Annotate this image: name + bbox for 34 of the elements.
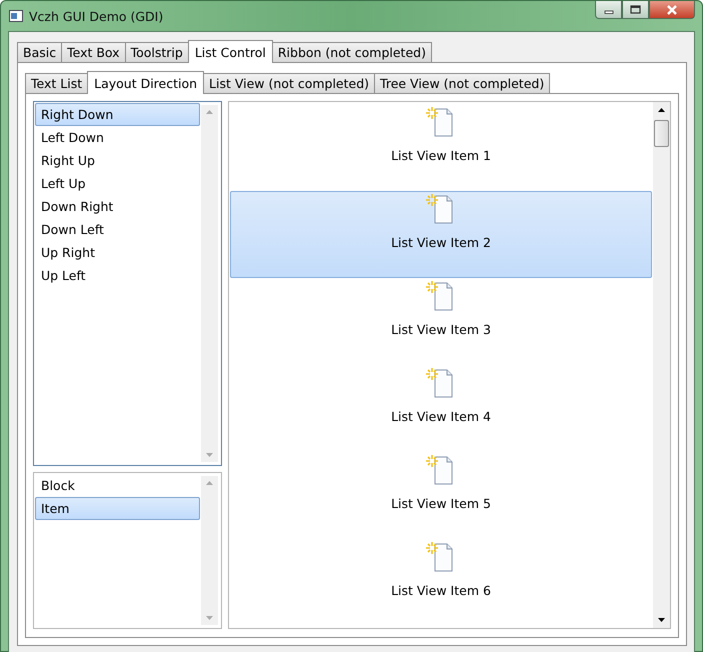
list-view-item[interactable]: List View Item 6: [230, 539, 652, 626]
tab[interactable]: Text Box: [61, 42, 126, 62]
minimize-button[interactable]: [595, 1, 622, 19]
list-item[interactable]: Down Right: [35, 195, 200, 218]
list-view-item[interactable]: List View Item 3: [230, 278, 652, 365]
list-view-item[interactable]: List View Item 2: [230, 191, 652, 278]
maximize-button[interactable]: [622, 1, 649, 19]
tab[interactable]: Basic: [17, 42, 62, 62]
app-icon: [9, 10, 23, 22]
list-item[interactable]: Up Left: [35, 264, 200, 287]
scroll-thumb[interactable]: [654, 120, 669, 147]
list-item[interactable]: Right Down: [35, 103, 200, 126]
list-item[interactable]: Up Right: [35, 241, 200, 264]
list-item[interactable]: Left Down: [35, 126, 200, 149]
list-item[interactable]: Right Up: [35, 149, 200, 172]
close-button[interactable]: [649, 1, 695, 19]
list-item[interactable]: Item: [35, 497, 200, 520]
maximize-icon: [630, 5, 641, 14]
tab[interactable]: Toolstrip: [124, 42, 189, 62]
window-title: Vczh GUI Demo (GDI): [29, 8, 164, 24]
list-item[interactable]: Block: [35, 474, 200, 497]
tab[interactable]: Tree View (not completed): [374, 73, 550, 93]
list-item[interactable]: Down Left: [35, 218, 200, 241]
tab[interactable]: Layout Direction: [87, 71, 204, 94]
tab[interactable]: Text List: [25, 73, 88, 93]
close-icon: [666, 4, 678, 14]
tab[interactable]: List View (not completed): [203, 73, 376, 93]
scrollbar[interactable]: [653, 102, 670, 628]
list-view-item[interactable]: List View Item 1: [230, 104, 652, 191]
list-view-item[interactable]: List View Item 4: [230, 365, 652, 452]
list-view-item[interactable]: List View Item 5: [230, 452, 652, 539]
tab[interactable]: List Control: [188, 40, 273, 63]
list-item[interactable]: Left Up: [35, 172, 200, 195]
tab[interactable]: Ribbon (not completed): [272, 42, 432, 62]
